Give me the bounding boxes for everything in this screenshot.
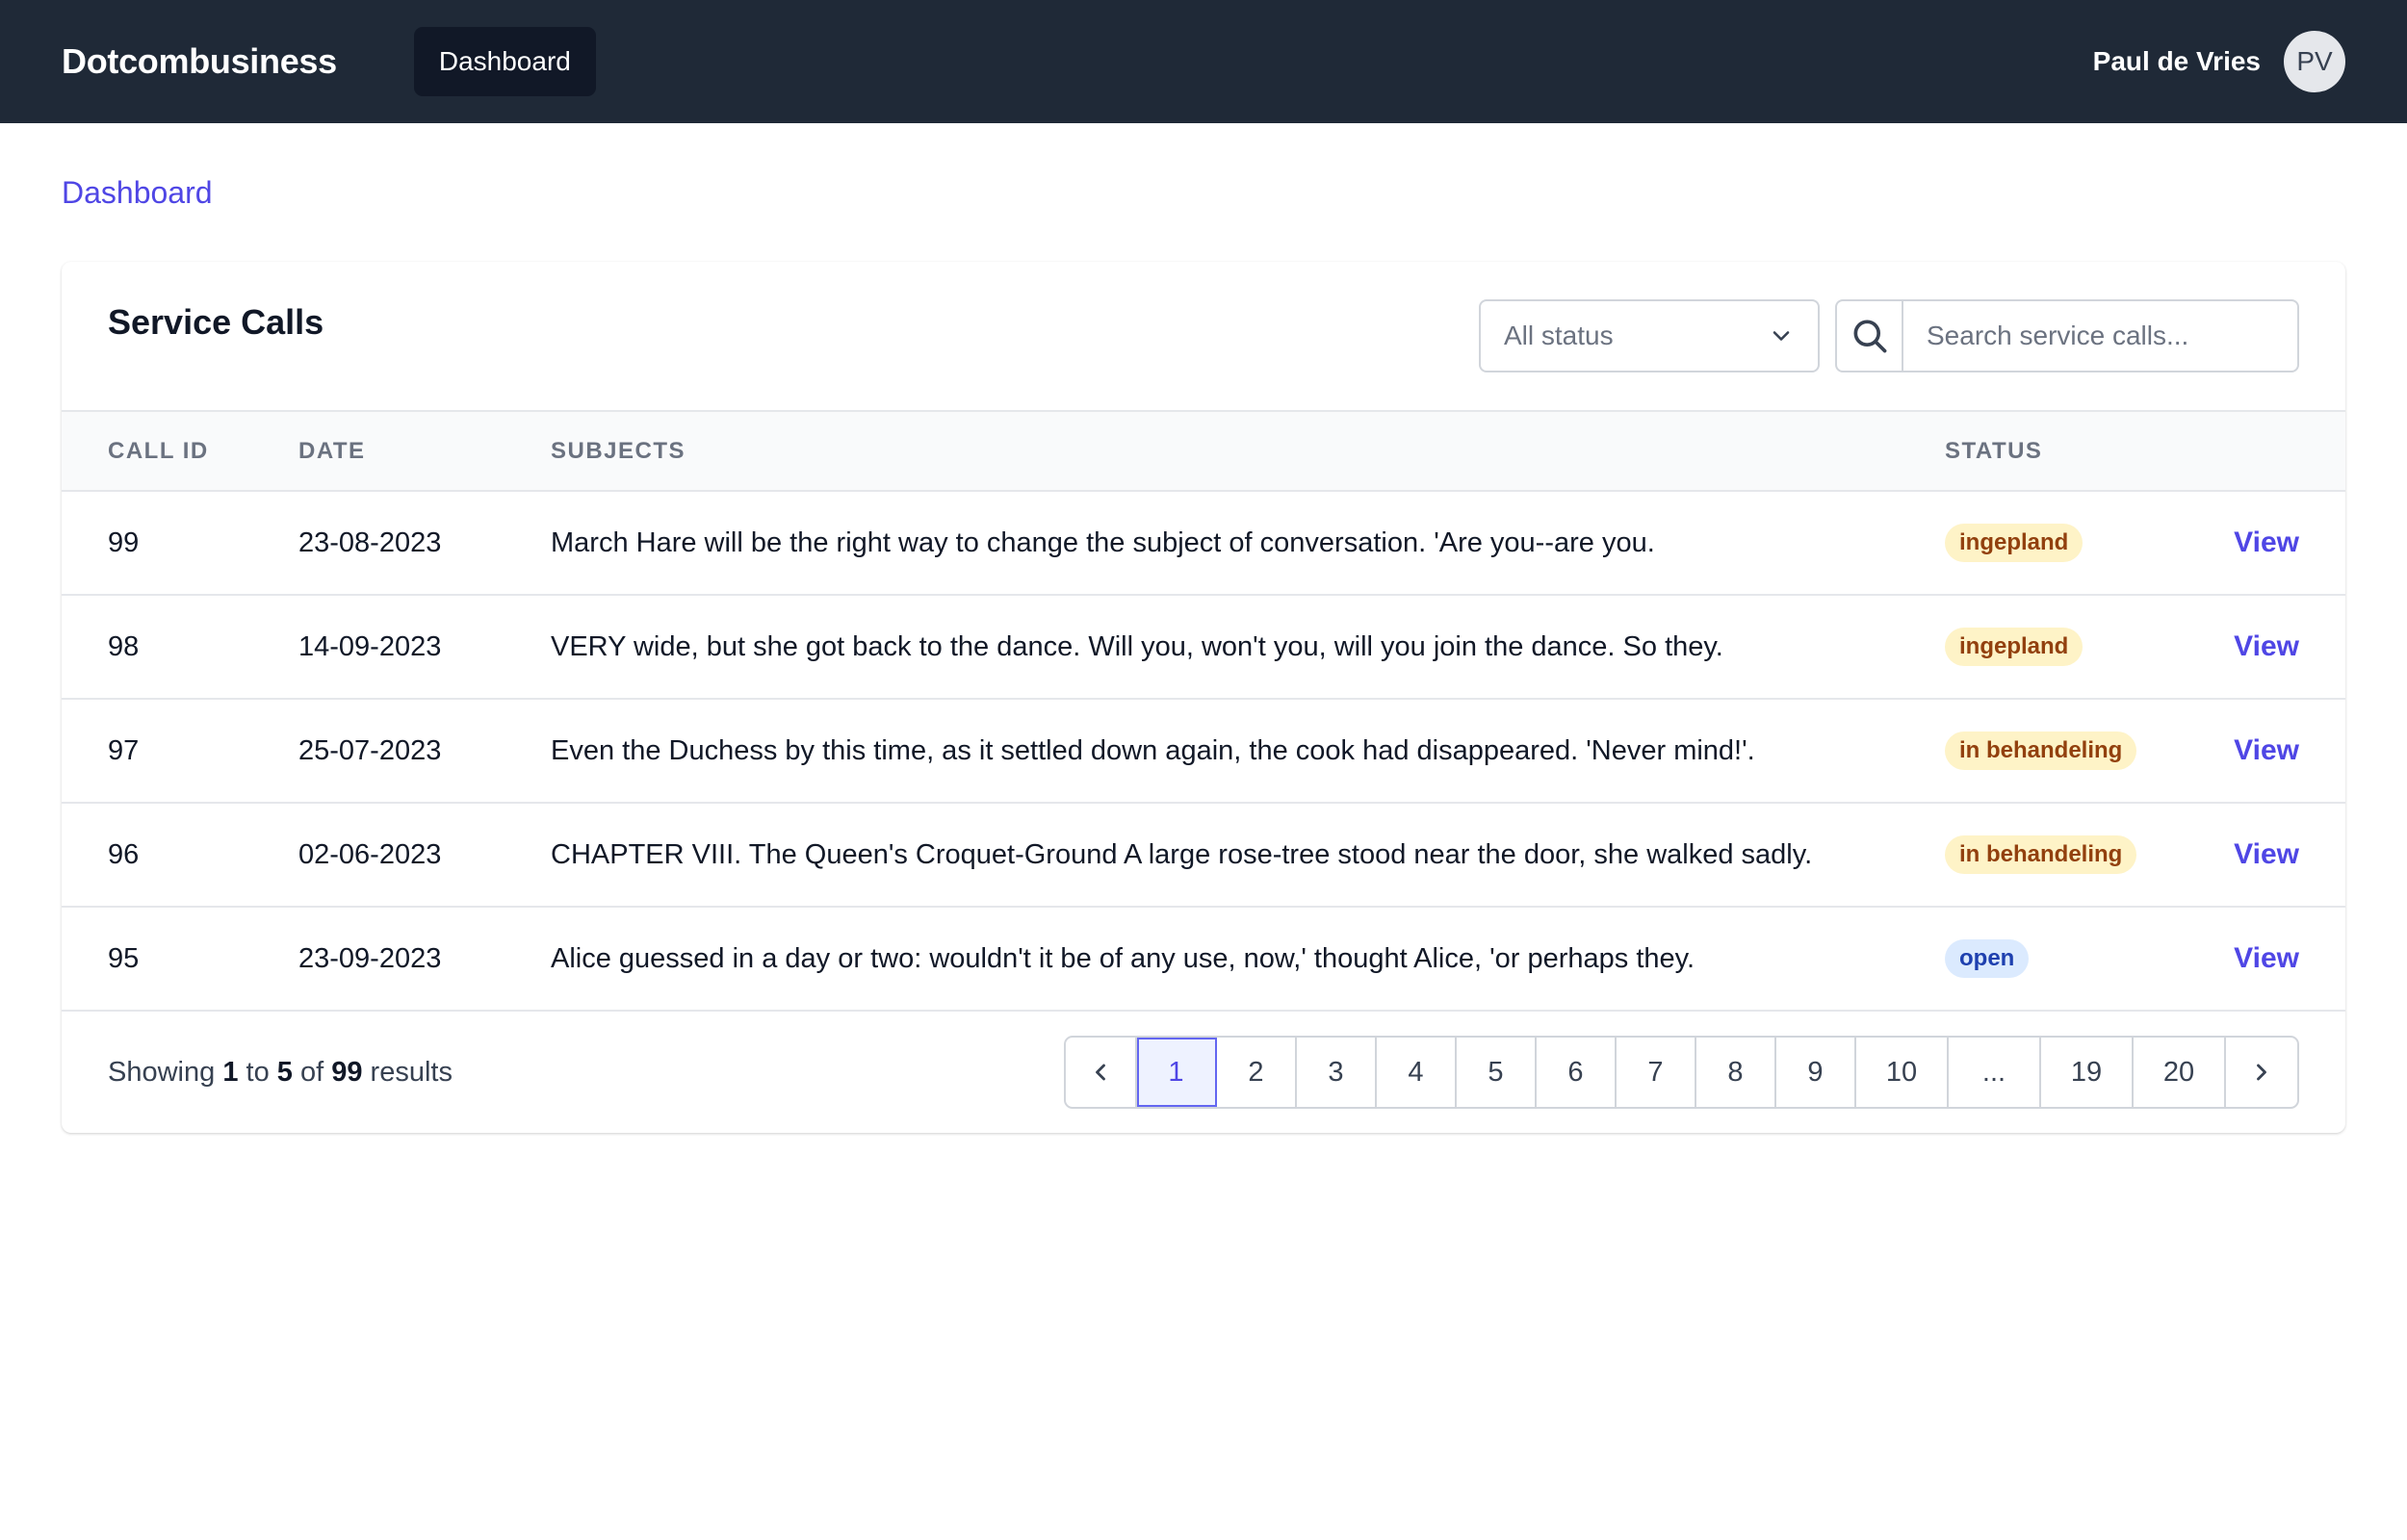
search-input[interactable] [1903,301,2297,371]
previous-page-button[interactable] [1066,1038,1137,1107]
cell-subject: CHAPTER VIII. The Queen's Croquet-Ground… [551,838,1813,870]
cell-date: 02-06-2023 [298,838,442,870]
table-row: 96 02-06-2023 CHAPTER VIII. The Queen's … [62,803,2345,907]
cell-subject: Even the Duchess by this time, as it set… [551,734,1755,766]
cell-date: 23-09-2023 [298,942,442,974]
service-calls-table: CALL ID DATE SUBJECTS STATUS 99 23-08-20… [62,412,2345,1012]
cell-status: in behandeling [1945,803,2172,907]
cell-call-id: 99 [108,526,140,558]
table-controls: All status [1479,299,2299,372]
card-footer: Showing 1 to 5 of 99 results 1 2 3 4 5 6… [62,1012,2345,1133]
status-badge: ingepland [1945,628,2083,666]
status-badge: in behandeling [1945,835,2137,874]
cell-subject: Alice guessed in a day or two: wouldn't … [551,942,1695,974]
status-badge: in behandeling [1945,732,2137,770]
cell-action: View [2172,595,2345,699]
results-summary: Showing 1 to 5 of 99 results [108,1057,453,1089]
cell-date: 23-08-2023 [298,526,442,558]
chevron-right-icon [2257,1064,2266,1081]
view-link[interactable]: View [2234,942,2299,974]
cell-call-id: 97 [108,734,140,766]
page-button-20[interactable]: 20 [2134,1038,2226,1107]
pagination: 1 2 3 4 5 6 7 8 9 10 ... 19 20 [1064,1036,2299,1109]
results-prefix: Showing [108,1056,216,1088]
column-header-call-id: CALL ID [108,437,209,464]
card-header: Service Calls All status [62,262,2345,412]
cell-status: ingepland [1945,595,2172,699]
brand-logo[interactable]: Dotcombusiness [62,41,337,82]
table-row: 99 23-08-2023 March Hare will be the rig… [62,491,2345,595]
view-link[interactable]: View [2234,734,2299,766]
cell-action: View [2172,907,2345,1011]
cell-call-id: 95 [108,942,140,974]
column-header-date: DATE [298,437,366,464]
page-button-7[interactable]: 7 [1617,1038,1696,1107]
page-button-1[interactable]: 1 [1137,1038,1217,1107]
status-badge: ingepland [1945,524,2083,562]
search-icon [1853,320,1886,353]
chevron-left-icon [1096,1064,1105,1081]
main-content: Dashboard Service Calls All status Searc… [0,173,2407,1133]
cell-call-id: 96 [108,838,140,870]
column-header-actions [2172,412,2345,491]
results-from: 1 [222,1056,239,1088]
column-header-subjects: SUBJECTS [551,437,686,464]
main-nav: Dashboard [413,27,596,96]
cell-action: View [2172,699,2345,803]
cell-subject: March Hare will be the right way to chan… [551,526,1655,558]
status-filter-select[interactable]: All status [1479,299,1820,372]
page-button-2[interactable]: 2 [1217,1038,1297,1107]
cell-status: ingepland [1945,491,2172,595]
table-row: 95 23-09-2023 Alice guessed in a day or … [62,907,2345,1011]
status-badge: open [1945,939,2030,978]
results-to-word: to [246,1056,270,1088]
cell-status: open [1945,907,2172,1011]
nav-link-dashboard[interactable]: Dashboard [413,27,596,96]
cell-date: 14-09-2023 [298,630,442,662]
view-link[interactable]: View [2234,526,2299,558]
next-page-button[interactable] [2226,1038,2297,1107]
user-name: Paul de Vries [2092,46,2261,76]
page-button-8[interactable]: 8 [1696,1038,1776,1107]
view-link[interactable]: View [2234,630,2299,662]
cell-subject: VERY wide, but she got back to the dance… [551,630,1723,662]
status-filter-value: All status [1504,321,1614,350]
cell-action: View [2172,803,2345,907]
page-button-10[interactable]: 10 [1856,1038,1949,1107]
search-box [1835,299,2299,372]
page-button-4[interactable]: 4 [1377,1038,1457,1107]
results-to: 5 [276,1056,293,1088]
table-row: 97 25-07-2023 Even the Duchess by this t… [62,699,2345,803]
cell-date: 25-07-2023 [298,734,442,766]
search-button[interactable] [1837,301,1903,371]
results-suffix: results [370,1056,453,1088]
page-button-3[interactable]: 3 [1297,1038,1377,1107]
table-body: 99 23-08-2023 March Hare will be the rig… [62,491,2345,1011]
page-ellipsis: ... [1949,1038,2041,1107]
results-total: 99 [331,1056,363,1088]
cell-status: in behandeling [1945,699,2172,803]
service-calls-card: Service Calls All status CALL ID DAT [62,262,2345,1133]
cell-call-id: 98 [108,630,140,662]
page-button-9[interactable]: 9 [1776,1038,1856,1107]
chevron-down-icon [1773,331,1790,341]
top-navbar: Dotcombusiness Dashboard Paul de Vries P… [0,0,2407,123]
page-button-5[interactable]: 5 [1457,1038,1537,1107]
breadcrumb-dashboard[interactable]: Dashboard [62,173,2345,212]
table-row: 98 14-09-2023 VERY wide, but she got bac… [62,595,2345,699]
table-header: CALL ID DATE SUBJECTS STATUS [62,412,2345,491]
column-header-status: STATUS [1945,437,2043,464]
page-title: Service Calls [108,302,324,342]
page-button-19[interactable]: 19 [2041,1038,2134,1107]
cell-action: View [2172,491,2345,595]
view-link[interactable]: View [2234,838,2299,870]
user-menu[interactable]: Paul de Vries PV [2093,31,2345,92]
results-of-word: of [299,1056,324,1088]
avatar[interactable]: PV [2284,31,2345,92]
page-button-6[interactable]: 6 [1537,1038,1617,1107]
